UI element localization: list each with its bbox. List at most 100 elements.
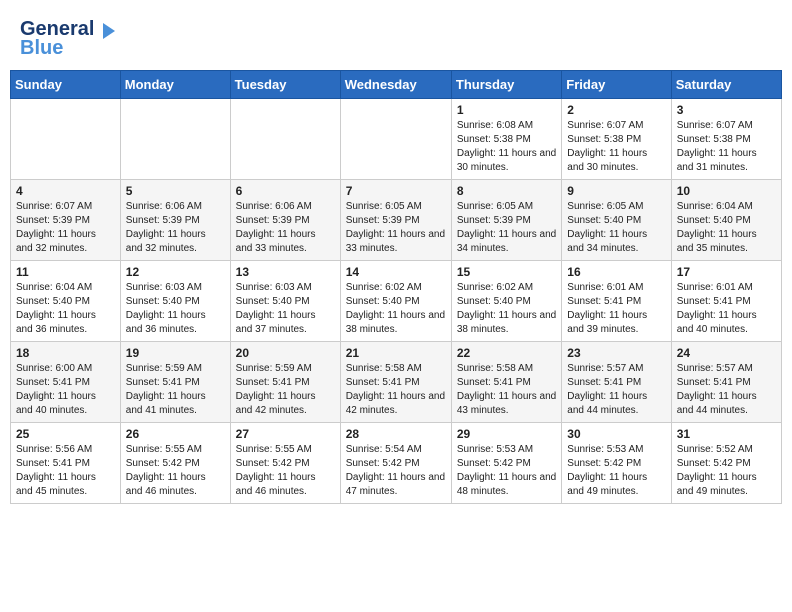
calendar-cell: 17 Sunrise: 6:01 AM Sunset: 5:41 PM Dayli… (671, 261, 781, 342)
logo-area: General Blue (20, 18, 119, 60)
day-of-week-header: Sunday (11, 71, 121, 99)
day-number: 27 (236, 427, 335, 441)
day-number: 8 (457, 184, 556, 198)
calendar-cell (11, 99, 121, 180)
day-number: 17 (677, 265, 776, 279)
day-number: 21 (346, 346, 446, 360)
calendar-cell: 22 Sunrise: 5:58 AM Sunset: 5:41 PM Dayli… (451, 342, 561, 423)
day-of-week-header: Tuesday (230, 71, 340, 99)
day-info: Sunrise: 6:06 AM Sunset: 5:39 PM Dayligh… (126, 200, 225, 256)
calendar-cell: 21 Sunrise: 5:58 AM Sunset: 5:41 PM Dayli… (340, 342, 451, 423)
day-number: 24 (677, 346, 776, 360)
day-info: Sunrise: 5:59 AM Sunset: 5:41 PM Dayligh… (236, 362, 335, 418)
day-info: Sunrise: 5:55 AM Sunset: 5:42 PM Dayligh… (126, 443, 225, 499)
calendar-cell: 13 Sunrise: 6:03 AM Sunset: 5:40 PM Dayli… (230, 261, 340, 342)
day-info: Sunrise: 5:56 AM Sunset: 5:41 PM Dayligh… (16, 443, 115, 499)
day-info: Sunrise: 5:53 AM Sunset: 5:42 PM Dayligh… (457, 443, 556, 499)
day-info: Sunrise: 6:07 AM Sunset: 5:39 PM Dayligh… (16, 200, 115, 256)
day-info: Sunrise: 5:57 AM Sunset: 5:41 PM Dayligh… (567, 362, 665, 418)
calendar-cell: 4 Sunrise: 6:07 AM Sunset: 5:39 PM Daylig… (11, 180, 121, 261)
calendar-cell: 28Sunrise: 5:54 AM Sunset: 5:42 PM Dayli… (340, 423, 451, 504)
day-number: 9 (567, 184, 665, 198)
day-info: Sunrise: 6:01 AM Sunset: 5:41 PM Dayligh… (677, 281, 776, 337)
calendar-cell: 8Sunrise: 6:05 AM Sunset: 5:39 PM Daylig… (451, 180, 561, 261)
calendar-cell: 9 Sunrise: 6:05 AM Sunset: 5:40 PM Daylig… (562, 180, 671, 261)
day-info: Sunrise: 6:05 AM Sunset: 5:39 PM Dayligh… (346, 200, 446, 256)
day-info: Sunrise: 5:54 AM Sunset: 5:42 PM Dayligh… (346, 443, 446, 499)
day-number: 29 (457, 427, 556, 441)
day-number: 25 (16, 427, 115, 441)
day-of-week-header: Saturday (671, 71, 781, 99)
day-number: 5 (126, 184, 225, 198)
day-of-week-header: Wednesday (340, 71, 451, 99)
day-number: 14 (346, 265, 446, 279)
day-info: Sunrise: 6:04 AM Sunset: 5:40 PM Dayligh… (16, 281, 115, 337)
day-info: Sunrise: 6:00 AM Sunset: 5:41 PM Dayligh… (16, 362, 115, 418)
logo-arrow-icon (99, 21, 119, 41)
day-info: Sunrise: 5:58 AM Sunset: 5:41 PM Dayligh… (346, 362, 446, 418)
calendar-cell: 31Sunrise: 5:52 AM Sunset: 5:42 PM Dayli… (671, 423, 781, 504)
calendar-cell: 12 Sunrise: 6:03 AM Sunset: 5:40 PM Dayli… (120, 261, 230, 342)
day-number: 23 (567, 346, 665, 360)
day-info: Sunrise: 5:52 AM Sunset: 5:42 PM Dayligh… (677, 443, 776, 499)
day-number: 30 (567, 427, 665, 441)
logo-blue-text: Blue (20, 37, 63, 60)
day-number: 12 (126, 265, 225, 279)
day-number: 19 (126, 346, 225, 360)
calendar-cell: 11 Sunrise: 6:04 AM Sunset: 5:40 PM Dayli… (11, 261, 121, 342)
day-number: 26 (126, 427, 225, 441)
day-info: Sunrise: 6:02 AM Sunset: 5:40 PM Dayligh… (346, 281, 446, 337)
calendar-cell: 15 Sunrise: 6:02 AM Sunset: 5:40 PM Dayli… (451, 261, 561, 342)
calendar-cell: 29 Sunrise: 5:53 AM Sunset: 5:42 PM Dayli… (451, 423, 561, 504)
day-info: Sunrise: 6:04 AM Sunset: 5:40 PM Dayligh… (677, 200, 776, 256)
day-info: Sunrise: 6:06 AM Sunset: 5:39 PM Dayligh… (236, 200, 335, 256)
day-info: Sunrise: 6:05 AM Sunset: 5:40 PM Dayligh… (567, 200, 665, 256)
calendar-cell: 27Sunrise: 5:55 AM Sunset: 5:42 PM Dayli… (230, 423, 340, 504)
day-info: Sunrise: 6:08 AM Sunset: 5:38 PM Dayligh… (457, 119, 556, 175)
calendar-cell: 30 Sunrise: 5:53 AM Sunset: 5:42 PM Dayli… (562, 423, 671, 504)
day-of-week-header: Friday (562, 71, 671, 99)
day-number: 13 (236, 265, 335, 279)
day-number: 11 (16, 265, 115, 279)
calendar-cell: 24 Sunrise: 5:57 AM Sunset: 5:41 PM Dayli… (671, 342, 781, 423)
calendar-cell: 10 Sunrise: 6:04 AM Sunset: 5:40 PM Dayli… (671, 180, 781, 261)
day-info: Sunrise: 6:03 AM Sunset: 5:40 PM Dayligh… (236, 281, 335, 337)
day-info: Sunrise: 6:03 AM Sunset: 5:40 PM Dayligh… (126, 281, 225, 337)
calendar-cell: 19 Sunrise: 5:59 AM Sunset: 5:41 PM Dayli… (120, 342, 230, 423)
page-header: General Blue (10, 10, 782, 64)
calendar-cell: 6 Sunrise: 6:06 AM Sunset: 5:39 PM Daylig… (230, 180, 340, 261)
day-info: Sunrise: 5:53 AM Sunset: 5:42 PM Dayligh… (567, 443, 665, 499)
day-info: Sunrise: 6:02 AM Sunset: 5:40 PM Dayligh… (457, 281, 556, 337)
calendar-cell: 25 Sunrise: 5:56 AM Sunset: 5:41 PM Dayli… (11, 423, 121, 504)
calendar-table: SundayMondayTuesdayWednesdayThursdayFrid… (10, 70, 782, 504)
calendar-cell: 3 Sunrise: 6:07 AM Sunset: 5:38 PM Daylig… (671, 99, 781, 180)
day-info: Sunrise: 5:59 AM Sunset: 5:41 PM Dayligh… (126, 362, 225, 418)
day-number: 2 (567, 103, 665, 117)
calendar-cell (120, 99, 230, 180)
day-number: 15 (457, 265, 556, 279)
day-number: 6 (236, 184, 335, 198)
day-info: Sunrise: 6:01 AM Sunset: 5:41 PM Dayligh… (567, 281, 665, 337)
calendar-cell: 16Sunrise: 6:01 AM Sunset: 5:41 PM Dayli… (562, 261, 671, 342)
day-number: 7 (346, 184, 446, 198)
calendar-cell: 23 Sunrise: 5:57 AM Sunset: 5:41 PM Dayli… (562, 342, 671, 423)
day-number: 22 (457, 346, 556, 360)
calendar-cell: 14 Sunrise: 6:02 AM Sunset: 5:40 PM Dayli… (340, 261, 451, 342)
day-number: 3 (677, 103, 776, 117)
day-info: Sunrise: 5:58 AM Sunset: 5:41 PM Dayligh… (457, 362, 556, 418)
day-number: 4 (16, 184, 115, 198)
day-number: 10 (677, 184, 776, 198)
calendar-cell (340, 99, 451, 180)
day-of-week-header: Monday (120, 71, 230, 99)
calendar-cell (230, 99, 340, 180)
day-of-week-header: Thursday (451, 71, 561, 99)
day-info: Sunrise: 6:07 AM Sunset: 5:38 PM Dayligh… (567, 119, 665, 175)
calendar-cell: 2 Sunrise: 6:07 AM Sunset: 5:38 PM Daylig… (562, 99, 671, 180)
day-info: Sunrise: 6:07 AM Sunset: 5:38 PM Dayligh… (677, 119, 776, 175)
day-number: 18 (16, 346, 115, 360)
calendar-cell: 26 Sunrise: 5:55 AM Sunset: 5:42 PM Dayli… (120, 423, 230, 504)
day-number: 1 (457, 103, 556, 117)
calendar-cell: 7 Sunrise: 6:05 AM Sunset: 5:39 PM Daylig… (340, 180, 451, 261)
calendar-cell: 18 Sunrise: 6:00 AM Sunset: 5:41 PM Dayli… (11, 342, 121, 423)
day-info: Sunrise: 5:57 AM Sunset: 5:41 PM Dayligh… (677, 362, 776, 418)
